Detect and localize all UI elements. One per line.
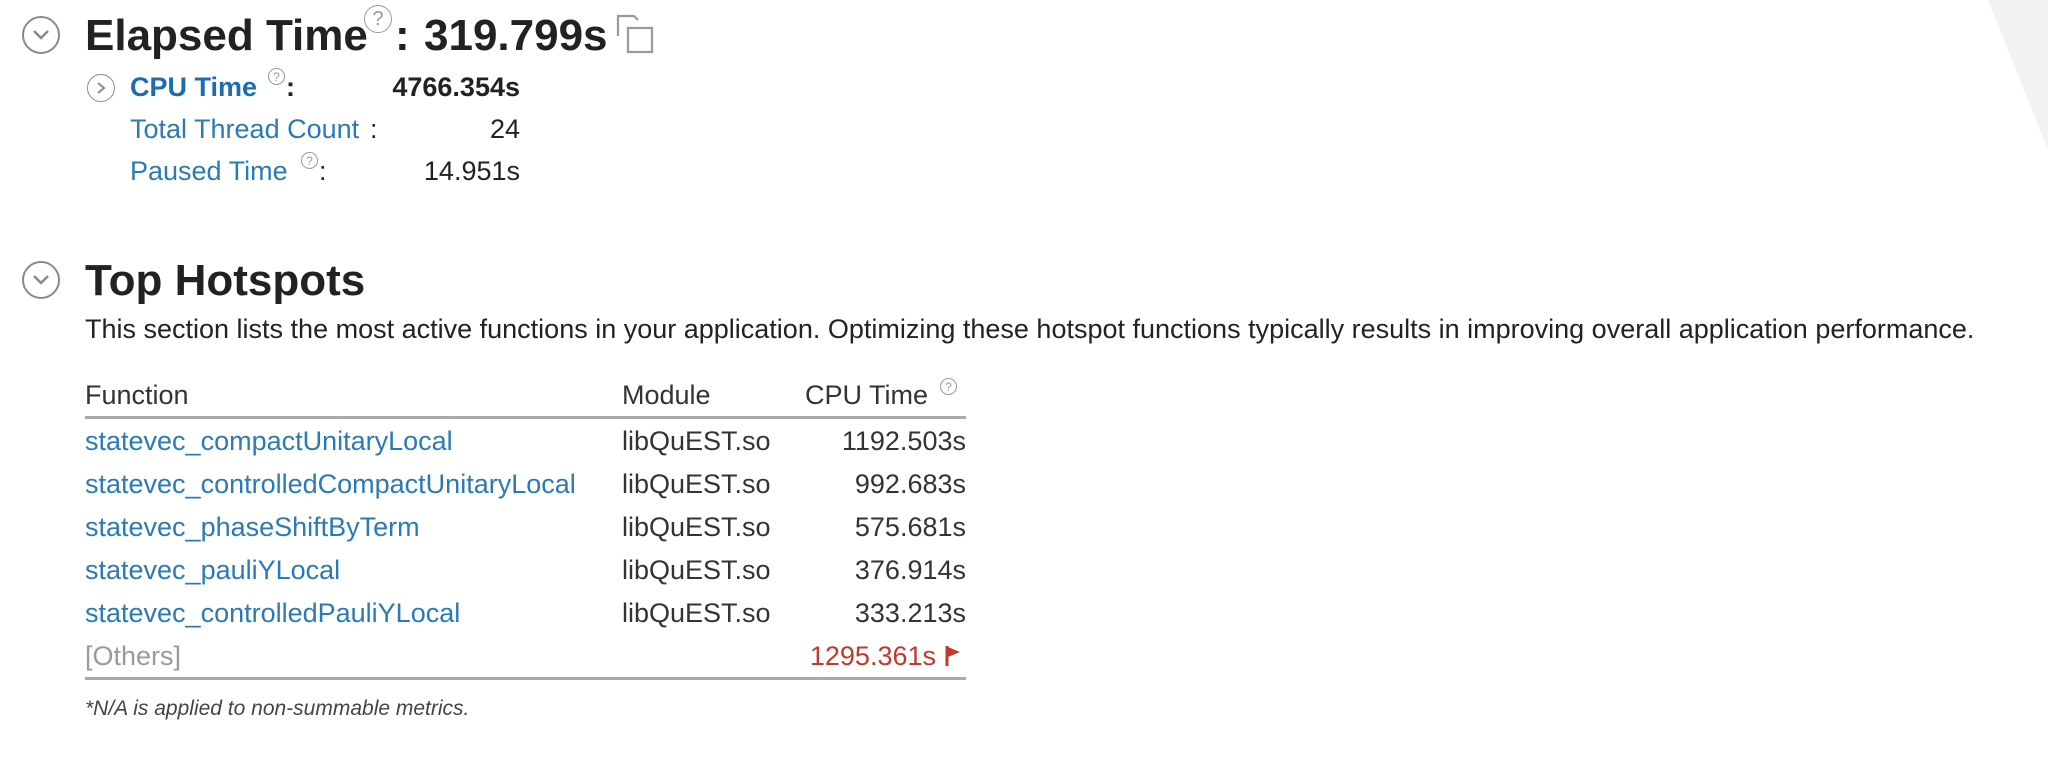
help-icon[interactable]: ?	[940, 378, 957, 395]
total-thread-count-value: 24	[489, 114, 520, 144]
function-link[interactable]: statevec_compactUnitaryLocal	[85, 426, 453, 457]
chevron-right-icon	[97, 82, 106, 94]
function-link[interactable]: statevec_controlledCompactUnitaryLocal	[85, 469, 576, 500]
function-link[interactable]: statevec_controlledPauliYLocal	[85, 598, 460, 629]
module-cell: libQuEST.so	[622, 555, 771, 585]
module-cell: libQuEST.so	[622, 512, 771, 542]
column-header-cpu-time[interactable]: CPU Time	[805, 380, 928, 411]
column-header-module[interactable]: Module	[622, 380, 711, 411]
paused-time-label[interactable]: Paused Time	[130, 156, 288, 187]
function-link[interactable]: statevec_phaseShiftByTerm	[85, 512, 420, 543]
copy-icon[interactable]	[614, 12, 658, 56]
cpu-time-cell: 376.914s	[854, 555, 966, 585]
top-hotspots-title: Top Hotspots	[85, 256, 366, 305]
chevron-down-icon	[33, 30, 49, 40]
help-icon[interactable]: ?	[268, 68, 285, 85]
cpu-time-colon: :	[286, 72, 295, 102]
column-header-function[interactable]: Function	[85, 380, 189, 411]
cpu-time-label[interactable]: CPU Time	[130, 72, 257, 103]
hotspots-collapse-toggle[interactable]	[22, 261, 60, 299]
help-icon[interactable]: ?	[301, 152, 318, 169]
elapsed-time-title: Elapsed Time	[85, 11, 368, 60]
chevron-down-icon	[33, 275, 49, 285]
help-icon[interactable]: ?	[364, 5, 392, 33]
elapsed-collapse-toggle[interactable]	[22, 16, 60, 54]
footnote: *N/A is applied to non-summable metrics.	[85, 697, 470, 720]
corner-decoration	[1988, 0, 2048, 150]
module-cell: libQuEST.so	[622, 469, 771, 499]
flag-icon	[944, 644, 962, 668]
others-cpu-time: 1295.361s	[809, 641, 936, 671]
hotspots-description: This section lists the most active funct…	[85, 314, 1975, 344]
module-cell: libQuEST.so	[622, 426, 771, 456]
module-cell: libQuEST.so	[622, 598, 771, 628]
table-footer-divider	[85, 677, 966, 680]
cpu-time-cell: 992.683s	[854, 469, 966, 499]
cpu-time-cell: 1192.503s	[841, 426, 966, 456]
cpu-time-value: 4766.354s	[392, 72, 520, 102]
others-label: [Others]	[85, 641, 182, 671]
elapsed-time-value: 319.799s	[424, 11, 608, 60]
cpu-time-cell: 575.681s	[854, 512, 966, 542]
cpu-time-cell: 333.213s	[854, 598, 966, 628]
cpu-time-expand-toggle[interactable]	[87, 74, 115, 102]
elapsed-time-colon: :	[395, 11, 410, 60]
function-link[interactable]: statevec_pauliYLocal	[85, 555, 340, 586]
table-header-divider	[85, 416, 966, 419]
paused-time-value: 14.951s	[423, 156, 520, 186]
